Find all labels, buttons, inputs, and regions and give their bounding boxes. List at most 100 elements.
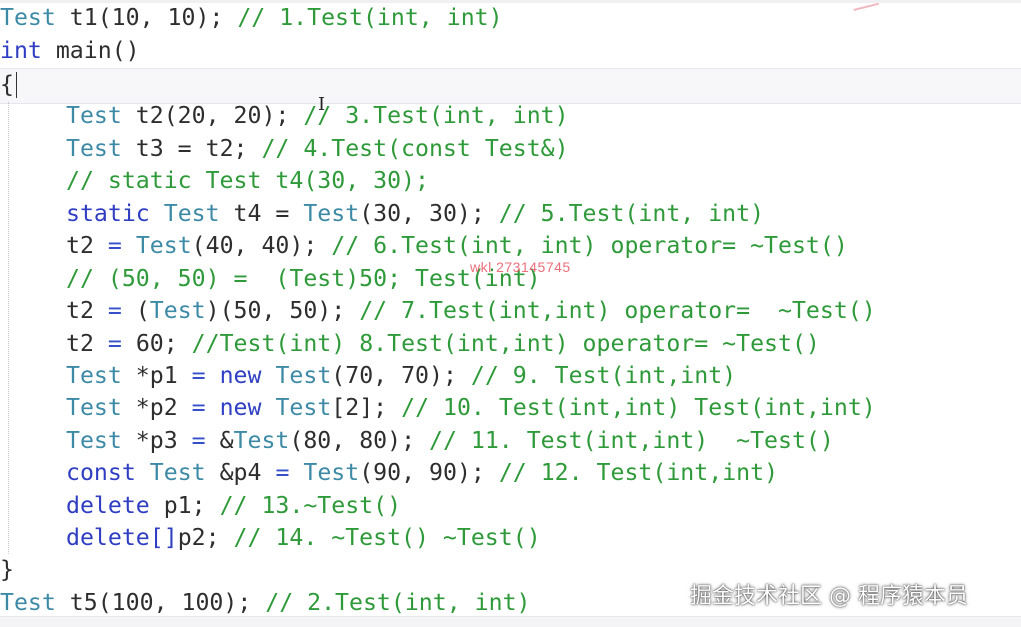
code-line-14[interactable]: Test *p3 = &Test(80, 80); // 11. Test(in… <box>66 425 834 457</box>
keyword-token: delete <box>66 492 150 519</box>
type-token: Test <box>163 200 220 227</box>
current-line-highlight <box>0 68 1021 104</box>
type-token: Test <box>0 589 56 616</box>
code-line-13[interactable]: Test *p2 = new Test[2]; // 10. Test(int,… <box>66 392 876 424</box>
code-text: *p3 <box>121 427 192 454</box>
code-text: t4 = <box>219 200 304 227</box>
code-text: t5(100, 100); <box>55 589 266 616</box>
type-token: Test <box>303 200 360 227</box>
code-line-16[interactable]: delete p1; // 13.~Test() <box>66 490 401 522</box>
code-text: ( <box>121 297 150 324</box>
pen-scribble <box>850 0 880 11</box>
type-token: Test <box>66 102 122 129</box>
code-comment: // 12. Test(int,int) <box>498 459 779 486</box>
code-comment: // 1.Test(int, int) <box>237 4 503 31</box>
bottom-border <box>0 616 1021 627</box>
keyword-token: delete[] <box>66 524 178 551</box>
code-text: *p1 <box>121 362 192 389</box>
code-line-17[interactable]: delete[]p2; // 14. ~Test() ~Test() <box>66 522 541 554</box>
red-annotation: wkl 273145745 <box>470 259 571 275</box>
code-comment: // 10. Test(int,int) Test(int,int) <box>401 394 876 421</box>
code-text: & <box>205 427 234 454</box>
code-line-12[interactable]: Test *p1 = new Test(70, 70); // 9. Test(… <box>66 360 736 392</box>
type-token: Test <box>303 459 360 486</box>
code-text: [2]; <box>331 394 402 421</box>
code-line-18[interactable]: } <box>0 554 14 586</box>
code-text: (40, 40); <box>191 232 332 259</box>
code-text: t2 <box>66 232 108 259</box>
type-token: Test <box>135 232 192 259</box>
code-line-15[interactable]: const Test &p4 = Test(90, 90); // 12. Te… <box>66 457 778 489</box>
code-text: (30, 30); <box>359 200 499 227</box>
code-line-7[interactable]: static Test t4 = Test(30, 30); // 5.Test… <box>66 198 764 230</box>
operator-token: = <box>191 362 206 389</box>
code-text: t2(20, 20); <box>121 102 304 129</box>
code-line-1[interactable]: Test t1(10, 10); // 1.Test(int, int) <box>0 2 503 34</box>
code-text: p1; <box>149 492 220 519</box>
code-comment: // 13.~Test() <box>219 492 402 519</box>
code-text: t2 <box>66 330 108 357</box>
code-text: t1(10, 10); <box>55 4 238 31</box>
code-comment: // 3.Test(int, int) <box>303 102 569 129</box>
code-text: p2; <box>177 524 234 551</box>
code-comment: // 11. Test(int,int) ~Test() <box>429 427 834 454</box>
code-text: (90, 90); <box>359 459 499 486</box>
code-line-2[interactable]: int main() <box>0 35 140 67</box>
code-comment: // 5.Test(int, int) <box>498 200 765 227</box>
type-token: Test <box>0 4 56 31</box>
keyword-token: int <box>0 37 42 64</box>
code-editor[interactable]: Test t1(10, 10); // 1.Test(int, int) int… <box>0 0 1021 627</box>
indent-guide <box>8 102 9 554</box>
code-line-3[interactable]: { <box>0 69 14 101</box>
close-brace: } <box>0 556 14 583</box>
code-text: 60; <box>121 330 192 357</box>
code-line-5[interactable]: Test t3 = t2; // 4.Test(const Test&) <box>66 133 569 165</box>
code-text: &p4 <box>205 459 276 486</box>
code-comment: // 7.Test(int,int) operator= ~Test() <box>359 297 876 324</box>
type-token: Test <box>66 394 122 421</box>
text-caret <box>16 72 17 98</box>
code-line-10[interactable]: t2 = (Test)(50, 50); // 7.Test(int,int) … <box>66 295 876 327</box>
code-text: main() <box>41 37 140 64</box>
code-line-8[interactable]: t2 = Test(40, 40); // 6.Test(int, int) o… <box>66 230 848 262</box>
type-token: Test <box>66 135 122 162</box>
code-text: t2 <box>66 297 108 324</box>
code-text: (70, 70); <box>331 362 471 389</box>
code-line-19[interactable]: Test t5(100, 100); // 2.Test(int, int) <box>0 587 531 619</box>
code-comment: // 6.Test(int, int) operator= ~Test() <box>331 232 848 259</box>
operator-token: = <box>191 394 206 421</box>
operator-token: = <box>107 297 122 324</box>
operator-token: = <box>107 232 122 259</box>
code-comment: // 2.Test(int, int) <box>265 589 531 616</box>
code-text: (80, 80); <box>289 427 429 454</box>
code-comment: // 9. Test(int,int) <box>470 362 737 389</box>
code-line-6[interactable]: // static Test t4(30, 30); <box>66 165 429 197</box>
keyword-token: new <box>219 394 262 421</box>
code-text: t3 = t2; <box>121 135 262 162</box>
operator-token: = <box>275 459 290 486</box>
code-comment: // 14. ~Test() ~Test() <box>233 524 541 551</box>
code-text: )(50, 50); <box>205 297 360 324</box>
type-token: Test <box>149 459 206 486</box>
type-token: Test <box>275 394 332 421</box>
operator-token: = <box>107 330 122 357</box>
keyword-token: new <box>219 362 262 389</box>
code-comment: //Test(int) 8.Test(int,int) operator= ~T… <box>191 330 820 357</box>
type-token: Test <box>233 427 290 454</box>
code-line-11[interactable]: t2 = 60; //Test(int) 8.Test(int,int) ope… <box>66 328 820 360</box>
operator-token: = <box>191 427 206 454</box>
keyword-token: static <box>66 200 150 227</box>
open-brace: { <box>0 71 14 98</box>
type-token: Test <box>149 297 206 324</box>
type-token: Test <box>66 427 122 454</box>
ibeam-cursor-icon: I <box>318 94 326 115</box>
type-token: Test <box>66 362 122 389</box>
